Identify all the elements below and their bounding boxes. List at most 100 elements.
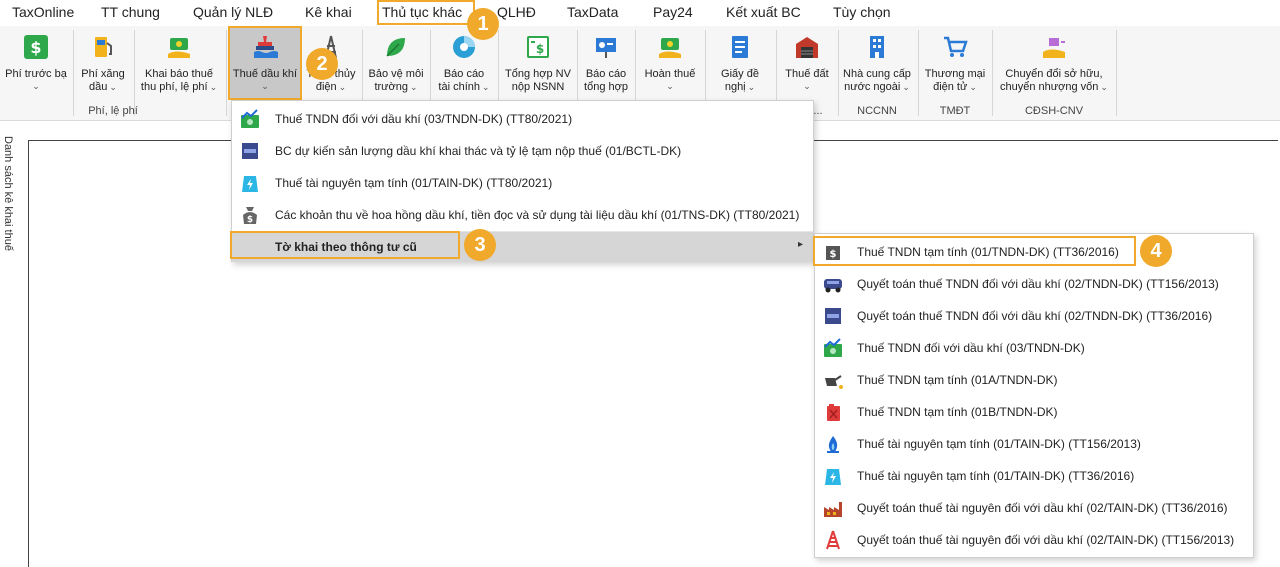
menu-item[interactable]: Quyết toán thuế tài nguyên đối với dầu k… bbox=[815, 524, 1253, 556]
building-icon bbox=[870, 36, 884, 58]
menu-item-label: Quyết toán thuế tài nguyên đối với dầu k… bbox=[857, 533, 1235, 547]
ribbon-label: Báo cáo bbox=[585, 68, 627, 80]
step-badge-4: 4 bbox=[1140, 235, 1172, 267]
report-icon bbox=[825, 308, 841, 324]
chevron-down-icon: ⌄ bbox=[969, 82, 977, 92]
ribbon-btn-bao-ve-moi-truong[interactable]: Bảo vệ môi trường ⌄ bbox=[364, 26, 428, 98]
menu-item[interactable]: Thuế tài nguyên tạm tính (01/TAIN-DK) (T… bbox=[815, 460, 1253, 492]
menu-item-label: Thuế TNDN đối với dầu khí (03/TNDN-DK) bbox=[857, 341, 1085, 355]
menu-item[interactable]: Thuế tài nguyên tạm tính (01/TAIN-DK) (T… bbox=[815, 428, 1253, 460]
submenu-old-circulars: $ Thuế TNDN tạm tính (01/TNDN-DK) (TT36/… bbox=[814, 233, 1254, 558]
ribbon-label-2: nộp NSNN bbox=[511, 81, 565, 93]
factory-icon bbox=[824, 502, 842, 517]
ribbon-label-2: dầu bbox=[89, 81, 108, 93]
menu-item[interactable]: BC dự kiến sản lượng dầu khí khai thác v… bbox=[232, 135, 813, 167]
menu-item-label: BC dự kiến sản lượng dầu khí khai thác v… bbox=[275, 144, 682, 158]
chevron-down-icon: ⌄ bbox=[109, 82, 117, 92]
ribbon-label-2: điện tử bbox=[933, 81, 968, 93]
ribbon-label: Chuyển đổi sở hữu, bbox=[1005, 68, 1103, 80]
chart-up-icon bbox=[241, 109, 259, 128]
menu-item-label: Thuế TNDN tạm tính (01B/TNDN-DK) bbox=[857, 405, 1058, 419]
warehouse-icon bbox=[796, 37, 818, 58]
side-panel-label: Danh sách kê khai thuế bbox=[2, 136, 14, 251]
truck-icon bbox=[824, 279, 842, 293]
leaf-icon bbox=[386, 38, 405, 57]
menu-item[interactable]: Quyết toán thuế tài nguyên đối với dầu k… bbox=[815, 492, 1253, 524]
tab-pay24[interactable]: Pay24 bbox=[653, 3, 693, 21]
svg-text:$: $ bbox=[247, 215, 253, 225]
ribbon-label: Thuế đất bbox=[785, 68, 829, 80]
menu-item-label: Quyết toán thuế TNDN đối với dầu khí (02… bbox=[857, 309, 1213, 323]
tab-taxdata[interactable]: TaxData bbox=[567, 3, 618, 21]
spreadsheet-dollar-icon: $ bbox=[527, 36, 549, 58]
menu-item[interactable]: Thuế TNDN đối với dầu khí (03/TNDN-DK) (… bbox=[232, 103, 813, 135]
menu-item[interactable]: Quyết toán thuế TNDN đối với dầu khí (02… bbox=[815, 268, 1253, 300]
tab-taxonline[interactable]: TaxOnline bbox=[12, 3, 74, 21]
ribbon-label-2: nước ngoài bbox=[844, 81, 901, 93]
ribbon-btn-thue-dat[interactable]: Thuế đất ⌄ bbox=[778, 26, 836, 98]
tab-qlhd[interactable]: QLHĐ bbox=[497, 3, 536, 21]
chart-up-icon bbox=[824, 338, 842, 357]
oil-rig-icon bbox=[826, 530, 840, 550]
menu-item-label: Thuế TNDN tạm tính (01A/TNDN-DK) bbox=[857, 373, 1058, 387]
money-bag-icon: $ bbox=[243, 207, 257, 225]
ribbon-label-2: thu phí, lệ phí bbox=[140, 81, 208, 93]
report-icon bbox=[242, 143, 258, 159]
group-label-tmdt: TMĐT bbox=[939, 105, 971, 117]
document-icon bbox=[732, 36, 748, 58]
step-badge-3: 3 bbox=[464, 229, 496, 261]
tab-ke-khai[interactable]: Kê khai bbox=[305, 3, 352, 21]
menu-item-label: Quyết toán thuế TNDN đối với dầu khí (02… bbox=[857, 277, 1219, 291]
chevron-right-icon: ▸ bbox=[797, 239, 803, 250]
ribbon-btn-hoan-thue[interactable]: Hoàn thuế ⌄ bbox=[637, 26, 703, 98]
group-label-cdsh-cnv: CĐSH-CNV bbox=[1024, 105, 1084, 117]
presentation-icon bbox=[596, 38, 616, 58]
ribbon-btn-tong-hop-nv[interactable]: $ Tổng hợp NV nộp NSNN bbox=[500, 26, 576, 98]
menu-item[interactable]: Thuế tài nguyên tạm tính (01/TAIN-DK) (T… bbox=[232, 167, 813, 199]
ribbon-label: Bảo vệ môi bbox=[368, 68, 424, 80]
ribbon-btn-bao-cao-tong-hop[interactable]: Báo cáo tổng hợp bbox=[579, 26, 633, 98]
chevron-down-icon: ⌄ bbox=[902, 82, 910, 92]
side-panel[interactable]: Danh sách kê khai thuế bbox=[0, 122, 28, 567]
menu-item-label: Thuế tài nguyên tạm tính (01/TAIN-DK) (T… bbox=[857, 437, 1141, 451]
ribbon-btn-phi-truoc-ba[interactable]: $ Phí trước bạ ⌄ bbox=[2, 26, 70, 98]
tab-quan-ly-nld[interactable]: Quản lý NLĐ bbox=[193, 3, 273, 21]
ribbon-btn-giay-de-nghi[interactable]: Giấy đề nghị ⌄ bbox=[707, 26, 773, 98]
menu-item[interactable]: Quyết toán thuế TNDN đối với dầu khí (02… bbox=[815, 300, 1253, 332]
tab-ket-xuat-bc[interactable]: Kết xuất BC bbox=[726, 3, 801, 21]
ribbon-btn-nha-cung-cap[interactable]: Nhà cung cấp nước ngoài ⌄ bbox=[840, 26, 914, 98]
menu-item[interactable]: Thuế TNDN tạm tính (01B/TNDN-DK) bbox=[815, 396, 1253, 428]
tab-tuy-chon[interactable]: Tùy chọn bbox=[833, 3, 891, 21]
step-badge-2: 2 bbox=[306, 48, 338, 80]
ribbon-btn-khai-bao-thue[interactable]: Khai báo thuế thu phí, lệ phí ⌄ bbox=[136, 26, 222, 98]
ribbon-label: Nhà cung cấp bbox=[843, 68, 911, 80]
ribbon-btn-phi-xang-dau[interactable]: Phí xăng dầu ⌄ bbox=[74, 26, 132, 98]
menu-item-label: Thuế tài nguyên tạm tính (01/TAIN-DK) (T… bbox=[857, 469, 1135, 483]
chevron-down-icon: ⌄ bbox=[209, 82, 218, 92]
chevron-down-icon: ⌄ bbox=[410, 82, 418, 92]
jerrycan-icon bbox=[827, 404, 840, 421]
transfer-hand-icon bbox=[1043, 38, 1065, 58]
highlight-btn-thue-dau-khi bbox=[228, 26, 302, 100]
highlight-tab-thu-tuc-khac bbox=[377, 0, 475, 25]
menu-item-label: Các khoản thu về hoa hồng dầu khí, tiền … bbox=[275, 208, 800, 222]
ribbon-btn-thuong-mai-dien-tu[interactable]: Thương mại điện tử ⌄ bbox=[920, 26, 990, 98]
group-label-phi-le-phi: Phí, lệ phí bbox=[88, 105, 138, 117]
menu-item[interactable]: $ Các khoản thu về hoa hồng dầu khí, tiề… bbox=[232, 199, 813, 231]
step-badge-1: 1 bbox=[467, 8, 499, 40]
money-hand-icon bbox=[168, 38, 190, 58]
menu-item[interactable]: Thuế TNDN đối với dầu khí (03/TNDN-DK) bbox=[815, 332, 1253, 364]
shopping-cart-icon bbox=[944, 36, 968, 57]
fuel-pump-icon bbox=[95, 37, 112, 57]
menu-item[interactable]: Thuế TNDN tạm tính (01A/TNDN-DK) bbox=[815, 364, 1253, 396]
oil-can-icon bbox=[825, 375, 843, 389]
money-hand-icon bbox=[659, 38, 681, 58]
chevron-down-icon: ⌄ bbox=[803, 81, 811, 91]
menu-item-label: Quyết toán thuế tài nguyên đối với dầu k… bbox=[857, 501, 1228, 515]
app-window: { "tabs": [ {"label": "TaxOnline"}, {"la… bbox=[0, 0, 1280, 567]
ribbon-btn-chuyen-doi-so-huu[interactable]: Chuyển đổi sở hữu, chuyển nhượng vốn ⌄ bbox=[994, 26, 1114, 98]
menu-item-label: Thuế tài nguyên tạm tính (01/TAIN-DK) (T… bbox=[275, 176, 553, 190]
tab-tt-chung[interactable]: TT chung bbox=[101, 3, 160, 21]
dollar-icon: $ bbox=[24, 35, 48, 59]
ribbon-label: Khai báo thuế bbox=[145, 68, 213, 80]
